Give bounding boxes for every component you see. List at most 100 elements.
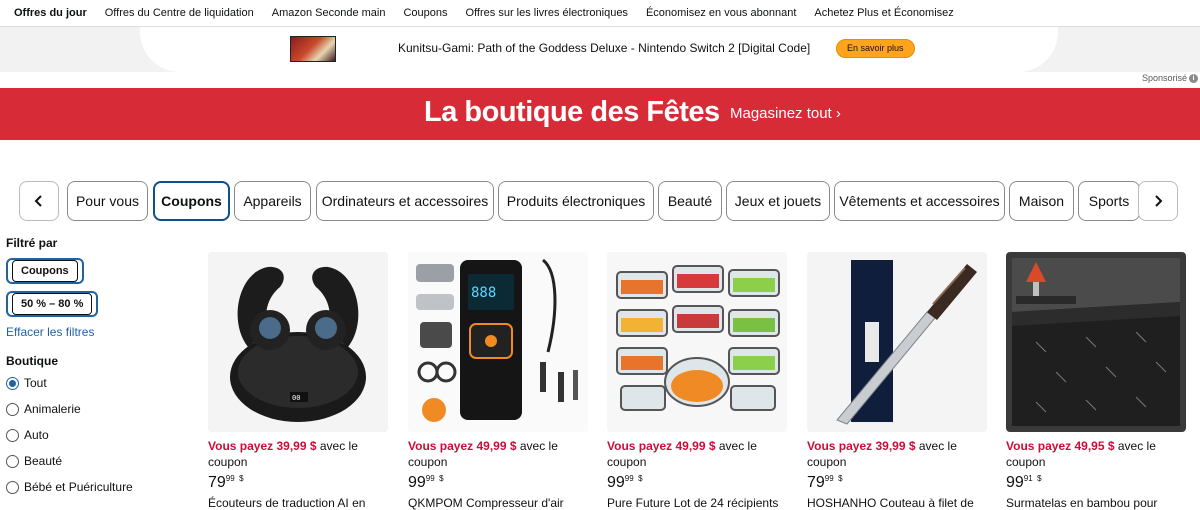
store-option-label: Tout — [24, 376, 47, 390]
info-icon[interactable]: i — [1189, 73, 1198, 83]
sponsored-label[interactable]: Sponsorisé i — [1142, 73, 1198, 83]
sponsored-banner: Kunitsu-Gami: Path of the Goddess Deluxe… — [0, 27, 1200, 72]
nav-link-livres-electroniques[interactable]: Offres sur les livres électroniques — [466, 7, 628, 19]
category-carousel: Pour vous Coupons Appareils Ordinateurs … — [0, 181, 1200, 221]
top-nav: Offres du jour Offres du Centre de liqui… — [0, 0, 1200, 27]
product-price: 9999 $ — [408, 474, 588, 492]
product-card[interactable]: 00 Vous payez 39,99 $ avec le coupon 799… — [208, 252, 388, 510]
product-title[interactable]: Écouteurs de traduction AI en — [208, 496, 388, 510]
store-option-tout[interactable]: Tout — [6, 370, 196, 396]
category-jeux-jouets[interactable]: Jeux et jouets — [726, 181, 830, 221]
category-beaute[interactable]: Beauté — [658, 181, 722, 221]
product-title[interactable]: HOSHANHO Couteau à filet de — [807, 496, 987, 510]
chevron-right-icon — [1155, 195, 1163, 207]
holiday-hero-banner[interactable]: La boutique des Fêtes Magasinez tout › — [0, 88, 1200, 140]
price-whole: 99 — [408, 474, 426, 491]
ad-product-title[interactable]: Kunitsu-Gami: Path of the Goddess Deluxe… — [398, 41, 810, 55]
carousel-next-button[interactable] — [1138, 181, 1178, 221]
nav-link-achetez-plus[interactable]: Achetez Plus et Économisez — [814, 7, 953, 19]
product-image-fillet-knife[interactable] — [807, 252, 987, 432]
product-price: 9999 $ — [607, 474, 787, 492]
category-sports[interactable]: Sports — [1078, 181, 1140, 221]
hero-title: La boutique des Fêtes — [424, 96, 720, 128]
category-coupons[interactable]: Coupons — [153, 181, 230, 221]
store-option-label: Animalerie — [24, 402, 81, 416]
nav-link-coupons[interactable]: Coupons — [403, 7, 447, 19]
knife-image-icon — [807, 252, 987, 432]
product-price: 7999 $ — [208, 474, 388, 492]
svg-text:00: 00 — [292, 394, 300, 402]
price-fraction: 91 — [1023, 474, 1033, 483]
sponsored-text: Sponsorisé — [1141, 73, 1187, 83]
radio-icon[interactable] — [6, 480, 19, 494]
price-fraction: 99 — [824, 474, 834, 483]
ad-product-thumbnail[interactable] — [290, 36, 336, 62]
store-option-bebe[interactable]: Bébé et Puériculture — [6, 474, 196, 500]
nav-link-offres-du-jour[interactable]: Offres du jour — [14, 7, 87, 19]
product-title[interactable]: QKMPOM Compresseur d'air — [408, 496, 588, 510]
product-card[interactable]: Vous payez 39,99 $ avec le coupon 7999 $… — [807, 252, 987, 510]
you-pay-price: Vous payez 49,95 $ — [1006, 439, 1115, 453]
product-image-air-compressor[interactable]: 888 — [408, 252, 588, 432]
nav-link-seconde-main[interactable]: Amazon Seconde main — [272, 7, 386, 19]
category-vetements[interactable]: Vêtements et accessoires — [834, 181, 1005, 221]
filter-heading: Filtré par — [6, 236, 58, 250]
price-currency: $ — [239, 474, 244, 483]
radio-selected-icon[interactable] — [6, 376, 19, 390]
clear-filters-link[interactable]: Effacer les filtres — [6, 325, 196, 339]
coupon-deal-text: Vous payez 49,95 $ avec le coupon — [1006, 438, 1186, 470]
store-option-label: Bébé et Puériculture — [24, 480, 133, 494]
store-option-animalerie[interactable]: Animalerie — [6, 396, 196, 422]
category-pour-vous[interactable]: Pour vous — [67, 181, 148, 221]
category-appareils[interactable]: Appareils — [234, 181, 311, 221]
product-image-mattress-topper[interactable] — [1006, 252, 1186, 432]
product-title[interactable]: Pure Future Lot de 24 récipients — [607, 496, 787, 510]
product-card[interactable]: Vous payez 49,99 $ avec le coupon 9999 $… — [607, 252, 787, 510]
price-whole: 99 — [1006, 474, 1024, 491]
air-compressor-image-icon: 888 — [408, 252, 588, 432]
you-pay-price: Vous payez 49,99 $ — [408, 439, 517, 453]
you-pay-price: Vous payez 39,99 $ — [807, 439, 916, 453]
coupon-deal-text: Vous payez 49,99 $ avec le coupon — [408, 438, 588, 470]
sponsored-banner-card[interactable]: Kunitsu-Gami: Path of the Goddess Deluxe… — [140, 27, 1058, 72]
store-heading: Boutique — [6, 354, 58, 368]
price-whole: 79 — [208, 474, 226, 491]
product-card[interactable]: 888 Vous payez 49,99 $ avec le coupon 99… — [408, 252, 588, 510]
nav-link-centre-liquidation[interactable]: Offres du Centre de liquidation — [105, 7, 254, 19]
svg-text:888: 888 — [471, 285, 496, 301]
you-pay-price: Vous payez 49,99 $ — [607, 439, 716, 453]
earbuds-image-icon: 00 — [208, 252, 388, 432]
price-fraction: 99 — [425, 474, 435, 483]
filter-chip-coupons[interactable]: Coupons — [6, 258, 84, 284]
chevron-left-icon — [34, 195, 42, 207]
hero-shop-all-link[interactable]: Magasinez tout › — [730, 105, 841, 122]
price-fraction: 99 — [624, 474, 634, 483]
store-option-label: Beauté — [24, 454, 63, 468]
price-whole: 79 — [807, 474, 825, 491]
price-currency: $ — [838, 474, 843, 483]
ad-learn-more-button[interactable]: En savoir plus — [836, 39, 915, 58]
nav-link-abonnement[interactable]: Économisez en vous abonnant — [646, 7, 796, 19]
filter-chip-discount-range[interactable]: 50 % – 80 % — [6, 291, 99, 317]
category-produits-electroniques[interactable]: Produits électroniques — [498, 181, 654, 221]
radio-icon[interactable] — [6, 454, 19, 468]
category-ordinateurs[interactable]: Ordinateurs et accessoires — [316, 181, 494, 221]
product-image-food-containers[interactable] — [607, 252, 787, 432]
price-fraction: 99 — [225, 474, 235, 483]
product-title[interactable]: Surmatelas en bambou pour — [1006, 496, 1186, 510]
price-whole: 99 — [607, 474, 625, 491]
food-containers-image-icon — [607, 252, 787, 432]
product-card[interactable]: Vous payez 49,95 $ avec le coupon 9991 $… — [1006, 252, 1186, 510]
filter-sidebar: Filtré par Coupons 50 % – 80 % Effacer l… — [6, 236, 196, 500]
coupon-deal-text: Vous payez 39,99 $ avec le coupon — [208, 438, 388, 470]
store-option-label: Auto — [24, 428, 49, 442]
carousel-prev-button[interactable] — [19, 181, 59, 221]
radio-icon[interactable] — [6, 402, 19, 416]
store-option-auto[interactable]: Auto — [6, 422, 196, 448]
you-pay-price: Vous payez 39,99 $ — [208, 439, 317, 453]
radio-icon[interactable] — [6, 428, 19, 442]
price-currency: $ — [638, 474, 643, 483]
product-image-earbuds[interactable]: 00 — [208, 252, 388, 432]
category-maison[interactable]: Maison — [1009, 181, 1074, 221]
store-option-beaute[interactable]: Beauté — [6, 448, 196, 474]
